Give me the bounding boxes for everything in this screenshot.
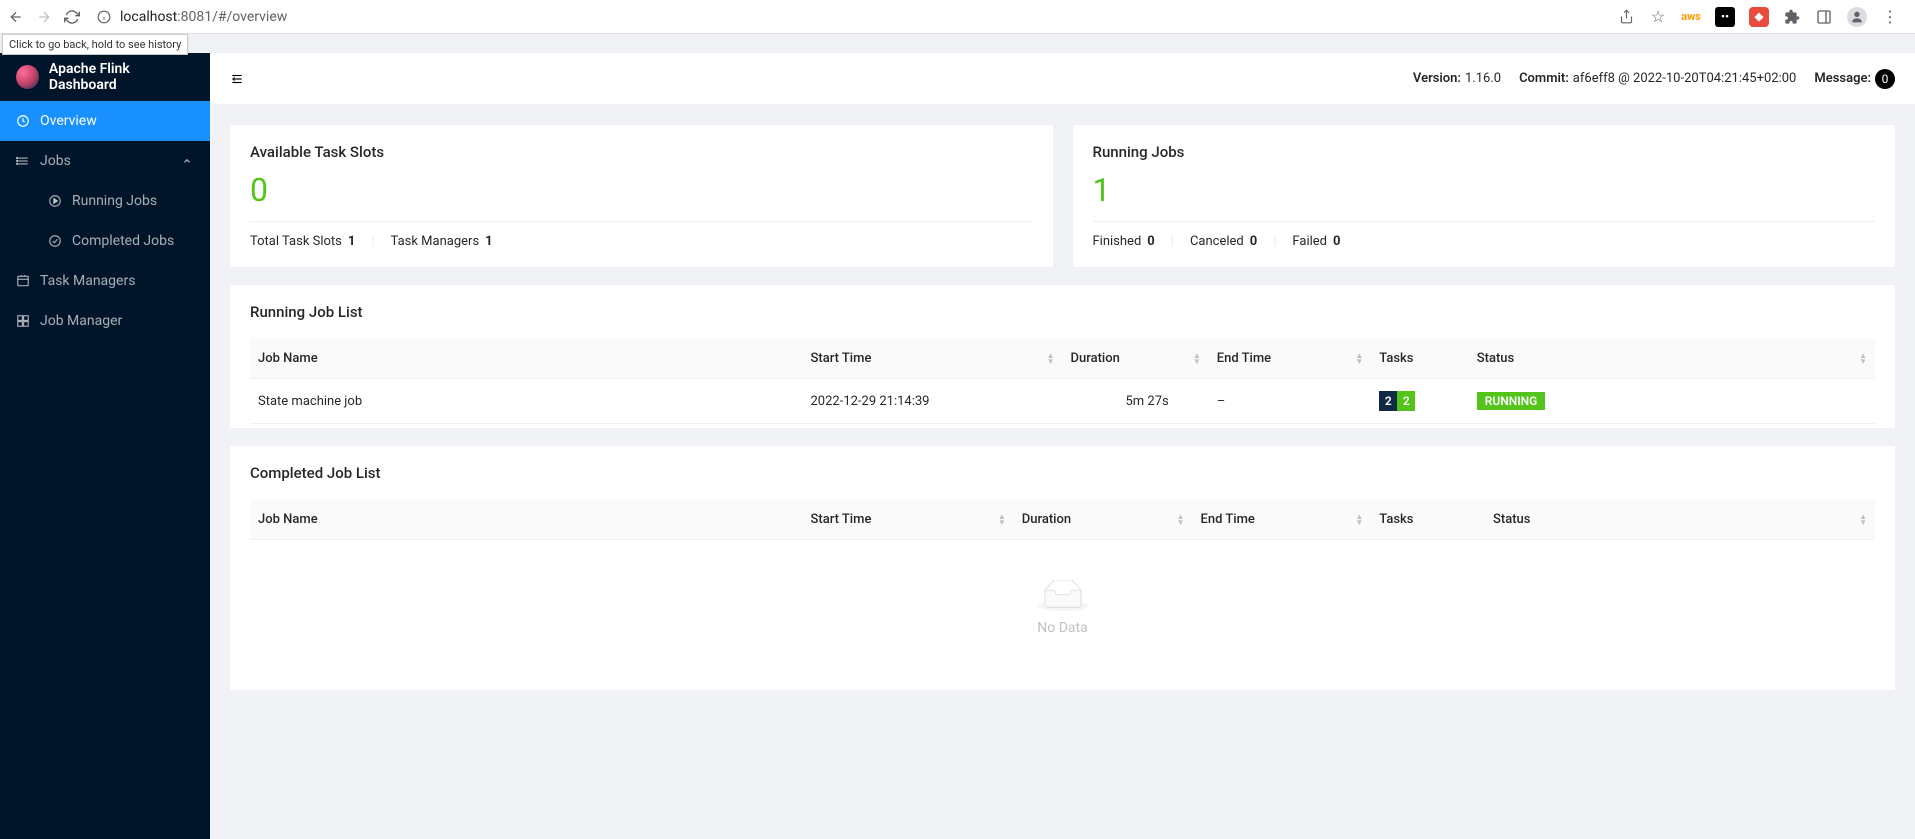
col-start[interactable]: Start Time▲▼ [803,500,1014,540]
nav-buttons [8,9,80,25]
col-status[interactable]: Status▲▼ [1469,339,1875,379]
sidebar-item-jobs[interactable]: Jobs [0,141,210,181]
topbar: Version: 1.16.0 Commit: af6eff8 @ 2022-1… [210,53,1915,105]
cell-tasks: 22 [1371,379,1469,424]
menu-fold-icon[interactable] [230,72,244,86]
sidebar-item-running-jobs[interactable]: Running Jobs [0,181,210,221]
sort-icon: ▲▼ [1355,353,1363,365]
info-icon[interactable] [96,9,112,25]
bars-icon [16,154,30,168]
main-area: Version: 1.16.0 Commit: af6eff8 @ 2022-1… [210,53,1915,839]
col-tasks[interactable]: Tasks [1371,339,1469,379]
cell-start: 2022-12-29 21:14:39 [803,379,1063,424]
sidebar-item-completed-jobs[interactable]: Completed Jobs [0,221,210,261]
status-badge: RUNNING [1477,392,1546,410]
url-text: localhost:8081/#/overview [120,9,287,25]
dashboard-icon [16,114,30,128]
address-bar[interactable]: localhost:8081/#/overview [96,9,1601,25]
sort-icon: ▲▼ [1355,514,1363,526]
forward-icon[interactable] [36,9,52,25]
col-duration[interactable]: Duration▲▼ [1014,500,1193,540]
col-end[interactable]: End Time▲▼ [1193,500,1372,540]
card-title: Available Task Slots [250,143,1033,161]
card-running-jobs: Running Jobs 1 Finished 0 | Canceled 0 |… [1073,125,1896,267]
sidebar-item-label: Jobs [40,153,71,169]
profile-avatar-icon[interactable] [1847,7,1867,27]
empty-text: No Data [250,620,1875,636]
total-slots: Total Task Slots 1 [250,234,355,249]
running-value: 1 [1093,171,1876,209]
sort-icon: ▲▼ [1859,353,1867,365]
extension-dark-icon[interactable]: •• [1715,7,1735,27]
col-job-name[interactable]: Job Name [250,500,803,540]
commit-info: Commit: af6eff8 @ 2022-10-20T04:21:45+02… [1519,71,1796,86]
extensions-puzzle-icon[interactable] [1783,8,1801,26]
reload-icon[interactable] [64,9,80,25]
empty-state: No Data [250,540,1875,686]
content: Available Task Slots 0 Total Task Slots … [210,105,1915,710]
cell-end: – [1209,379,1372,424]
running-jobs-table: Job Name Start Time▲▼ Duration▲▼ End Tim… [250,339,1875,424]
card-title: Running Jobs [1093,143,1876,161]
share-icon[interactable] [1617,8,1635,26]
sidebar-item-label: Overview [40,113,97,129]
build-icon [16,314,30,328]
sort-icon: ▲▼ [998,514,1006,526]
version-info: Version: 1.16.0 [1413,71,1501,86]
schedule-icon [16,274,30,288]
col-status[interactable]: Status▲▼ [1485,500,1875,540]
back-tooltip: Click to go back, hold to see history [2,34,188,55]
col-job-name[interactable]: Job Name [250,339,803,379]
sort-icon: ▲▼ [1193,353,1201,365]
sidebar-item-label: Completed Jobs [72,233,174,249]
message-count-badge[interactable]: 0 [1875,69,1895,89]
col-duration[interactable]: Duration▲▼ [1063,339,1209,379]
col-tasks[interactable]: Tasks [1371,500,1485,540]
cell-job-name: State machine job [250,379,803,424]
extension-hex-icon[interactable]: ◆ [1749,7,1769,27]
sidebar: Apache Flink Dashboard Overview Jobs Run… [0,53,210,839]
empty-inbox-icon [1038,580,1088,612]
running-job-list: Running Job List Job Name Start Time▲▼ D… [230,285,1895,428]
sidebar-item-label: Job Manager [40,313,122,329]
sidebar-item-job-manager[interactable]: Job Manager [0,301,210,341]
browser-toolbar: localhost:8081/#/overview ☆ aws •• ◆ ⋮ [0,0,1915,34]
flink-logo-icon [16,65,39,89]
finished-count: Finished 0 [1093,234,1155,249]
play-circle-icon [48,194,62,208]
cell-status: RUNNING [1469,379,1875,424]
sort-icon: ▲▼ [1047,353,1055,365]
col-end[interactable]: End Time▲▼ [1209,339,1372,379]
check-circle-icon [48,234,62,248]
extension-aws-icon[interactable]: aws [1681,7,1701,27]
task-managers-count: Task Managers 1 [391,234,493,249]
col-start[interactable]: Start Time▲▼ [803,339,1063,379]
sort-icon: ▲▼ [1859,514,1867,526]
table-row[interactable]: State machine job 2022-12-29 21:14:39 5m… [250,379,1875,424]
completed-jobs-table: Job Name Start Time▲▼ Duration▲▼ End Tim… [250,500,1875,540]
browser-actions: ☆ aws •• ◆ ⋮ [1617,7,1907,27]
kebab-menu-icon[interactable]: ⋮ [1881,8,1899,26]
bookmark-star-icon[interactable]: ☆ [1649,8,1667,26]
back-icon[interactable] [8,9,24,25]
sidebar-item-task-managers[interactable]: Task Managers [0,261,210,301]
sort-icon: ▲▼ [1177,514,1185,526]
sidebar-item-label: Running Jobs [72,193,157,209]
section-title: Running Job List [250,303,1875,321]
side-panel-icon[interactable] [1815,8,1833,26]
brand[interactable]: Apache Flink Dashboard [0,53,210,101]
chevron-up-icon [180,154,194,168]
canceled-count: Canceled 0 [1190,234,1257,249]
sidebar-item-label: Task Managers [40,273,135,289]
brand-text: Apache Flink Dashboard [49,61,194,93]
card-task-slots: Available Task Slots 0 Total Task Slots … [230,125,1053,267]
message-info: Message: 0 [1814,69,1895,89]
sidebar-item-overview[interactable]: Overview [0,101,210,141]
completed-job-list: Completed Job List Job Name Start Time▲▼… [230,446,1895,690]
section-title: Completed Job List [250,464,1875,482]
cell-duration: 5m 27s [1063,379,1209,424]
failed-count: Failed 0 [1292,234,1340,249]
slots-value: 0 [250,171,1033,209]
